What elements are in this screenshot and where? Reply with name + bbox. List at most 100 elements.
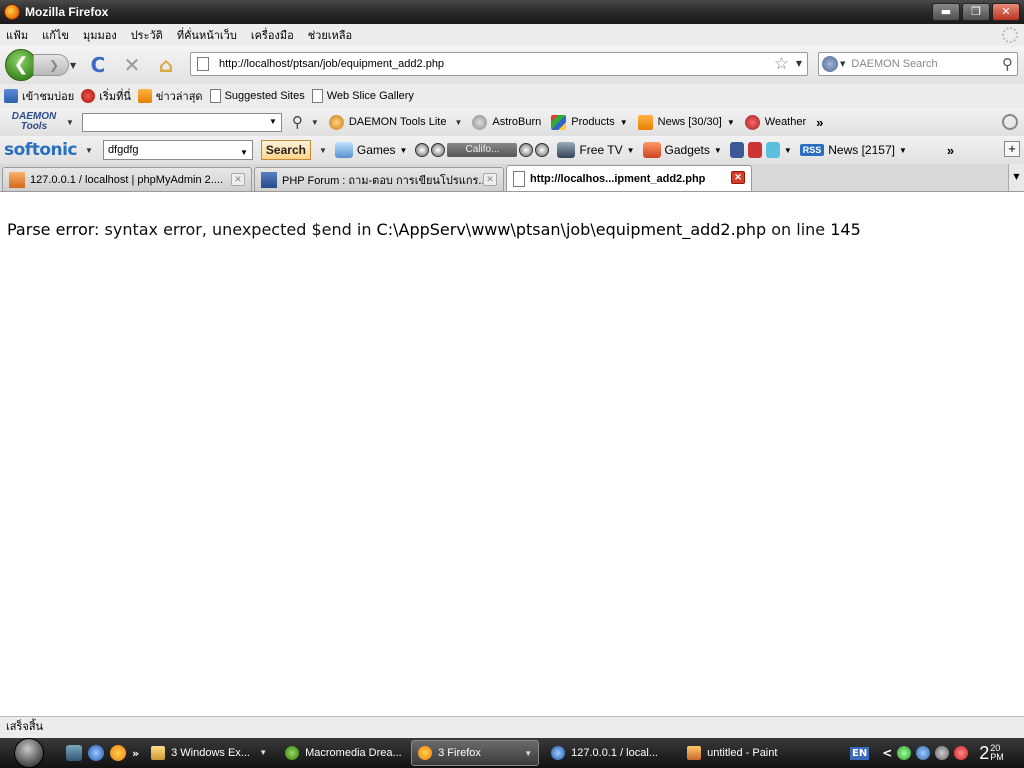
daemon-search-combo[interactable]: ▼ bbox=[81, 112, 282, 132]
daemon-tools-lite-button[interactable]: DAEMON Tools Lite bbox=[328, 114, 446, 130]
youtube-icon[interactable] bbox=[747, 142, 762, 158]
security-alert-icon[interactable] bbox=[954, 746, 969, 760]
page-content: Parse error: syntax error, unexpected $e… bbox=[0, 193, 1024, 716]
chevron-down-icon[interactable]: ▼ bbox=[311, 118, 319, 127]
firefox-icon[interactable] bbox=[110, 745, 126, 761]
bookmark-web-slice-gallery[interactable]: Web Slice Gallery bbox=[311, 89, 414, 103]
system-tray: EN < 2 20 PM bbox=[844, 738, 1024, 768]
daemon-more-button[interactable]: » bbox=[816, 115, 823, 130]
close-window-button[interactable]: ✕ bbox=[992, 3, 1020, 21]
softonic-toolbar: softonic ▼ dfgdfg ▼ Search ▼ Games ▼ Cal… bbox=[0, 136, 1024, 164]
new-tab-button[interactable]: + bbox=[1004, 141, 1020, 157]
daemon-menu-dropdown-icon[interactable]: ▼ bbox=[66, 118, 74, 127]
softonic-logo[interactable]: softonic bbox=[4, 140, 78, 160]
menu-help[interactable]: ช่วยเหลือ bbox=[308, 26, 352, 44]
products-button[interactable]: Products ▼ bbox=[551, 114, 628, 130]
chevron-down-icon[interactable]: ▼ bbox=[784, 146, 792, 155]
social-buttons[interactable]: ▼ bbox=[729, 142, 792, 158]
quick-launch-more-button[interactable]: » bbox=[132, 747, 139, 760]
games-button[interactable]: Games ▼ bbox=[334, 142, 408, 158]
chevron-down-icon[interactable]: ▼ bbox=[269, 117, 277, 126]
reload-button[interactable]: C bbox=[85, 52, 111, 78]
menu-tools[interactable]: เครื่องมือ bbox=[251, 26, 294, 44]
language-indicator[interactable]: EN bbox=[850, 746, 870, 760]
tab-equipment-add2[interactable]: http://localhos...ipment_add2.php ✕ bbox=[506, 165, 752, 191]
task-internet-explorer[interactable]: 127.0.0.1 / local... bbox=[545, 740, 675, 766]
menu-history[interactable]: ประวัติ bbox=[131, 26, 163, 44]
start-button[interactable] bbox=[14, 738, 44, 768]
free-tv-button[interactable]: Free TV ▼ bbox=[557, 142, 635, 158]
softonic-search-input[interactable]: dfgdfg ▼ bbox=[102, 140, 253, 162]
maximize-button[interactable]: ❐ bbox=[962, 3, 990, 21]
task-paint[interactable]: untitled - Paint bbox=[681, 740, 787, 766]
chevron-down-icon[interactable]: ▼ bbox=[240, 144, 248, 162]
close-tab-icon[interactable]: ✕ bbox=[231, 173, 245, 186]
search-input[interactable]: DAEMON Search bbox=[851, 58, 937, 70]
news-button[interactable]: News [30/30] ▼ bbox=[637, 114, 735, 130]
chevron-down-icon: ▼ bbox=[626, 145, 635, 155]
task-windows-explorer[interactable]: 3 Windows Ex... ▼ bbox=[145, 740, 273, 766]
volume-down-icon[interactable] bbox=[519, 143, 534, 157]
bookmark-latest-news[interactable]: ข่าวล่าสุด bbox=[137, 87, 203, 105]
menu-file[interactable]: แฟ้ม bbox=[6, 26, 28, 44]
getting-started-icon bbox=[81, 89, 96, 103]
stop-button[interactable]: ✕ bbox=[119, 52, 145, 78]
weather-button[interactable]: Weather bbox=[744, 114, 806, 130]
search-engine-icon[interactable] bbox=[822, 56, 838, 72]
task-macromedia-dreamweaver[interactable]: Macromedia Drea... bbox=[279, 740, 405, 766]
clock[interactable]: 2 20 PM bbox=[979, 743, 1004, 764]
network-icon[interactable] bbox=[897, 746, 912, 760]
chevron-down-icon: ▼ bbox=[524, 749, 533, 758]
facebook-icon[interactable] bbox=[729, 142, 744, 158]
home-button[interactable]: ⌂ bbox=[153, 52, 179, 78]
url-bar[interactable]: http://localhost/ptsan/job/equipment_add… bbox=[190, 52, 808, 76]
url-text[interactable]: http://localhost/ptsan/job/equipment_add… bbox=[219, 58, 444, 70]
play-media-icon[interactable] bbox=[431, 143, 446, 157]
daemon-tools-logo[interactable]: DAEMON Tools bbox=[10, 112, 58, 132]
navigation-toolbar: ❮ ❯ ▼ C ✕ ⌂ http://localhost/ptsan/job/e… bbox=[0, 46, 1024, 84]
tray-expand-button[interactable]: < bbox=[882, 746, 892, 760]
twitter-icon[interactable] bbox=[765, 142, 780, 158]
stop-media-icon[interactable] bbox=[415, 143, 430, 157]
menu-edit[interactable]: แก้ไข bbox=[42, 26, 69, 44]
weather-icon bbox=[744, 114, 760, 130]
task-firefox[interactable]: 3 Firefox ▼ bbox=[411, 740, 540, 766]
softonic-menu-dropdown-icon[interactable]: ▼ bbox=[85, 146, 93, 155]
chevron-down-icon[interactable]: ▼ bbox=[454, 118, 462, 127]
show-desktop-icon[interactable] bbox=[66, 745, 82, 761]
menu-bookmarks[interactable]: ที่คั่นหน้าเว็บ bbox=[177, 26, 237, 44]
minimize-button[interactable]: ▬ bbox=[932, 3, 960, 21]
php-error-message: Parse error: syntax error, unexpected $e… bbox=[7, 220, 861, 239]
astroburn-button[interactable]: AstroBurn bbox=[472, 114, 541, 130]
bookmark-getting-started[interactable]: เริ่มที่นี่ bbox=[81, 87, 131, 105]
tab-php-forum[interactable]: PHP Forum : ถาม-ตอบ การเขียนโปรแกร... ✕ bbox=[254, 167, 504, 191]
bookmark-suggested-sites[interactable]: Suggested Sites bbox=[209, 89, 305, 103]
softonic-more-button[interactable]: » bbox=[947, 143, 954, 158]
tab-phpmyadmin[interactable]: 127.0.0.1 / localhost | phpMyAdmin 2....… bbox=[2, 167, 252, 191]
close-tab-icon[interactable]: ✕ bbox=[731, 171, 745, 184]
search-engine-dropdown-icon[interactable]: ▼ bbox=[840, 60, 845, 68]
gadgets-icon bbox=[642, 142, 661, 158]
chevron-down-icon[interactable]: ▼ bbox=[319, 146, 327, 155]
forward-button[interactable]: ❯ bbox=[33, 54, 69, 76]
bookmark-star-icon[interactable]: ☆ bbox=[774, 54, 789, 74]
gadgets-button[interactable]: Gadgets ▼ bbox=[642, 142, 722, 158]
volume-up-icon[interactable] bbox=[535, 143, 550, 157]
bookmark-most-visited[interactable]: เข้าชมบ่อย bbox=[4, 87, 74, 105]
internet-explorer-icon[interactable] bbox=[88, 745, 104, 761]
chevron-down-icon: ▼ bbox=[399, 145, 408, 155]
daemon-search-icon[interactable]: ⚲ bbox=[292, 113, 303, 131]
window-title-bar[interactable]: Mozilla Firefox ▬ ❐ ✕ bbox=[0, 0, 1024, 24]
menu-view[interactable]: มุมมอง bbox=[83, 26, 117, 44]
messenger-icon[interactable] bbox=[916, 746, 931, 760]
url-dropdown-icon[interactable]: ▼ bbox=[796, 59, 802, 68]
softonic-search-button[interactable]: Search bbox=[260, 140, 311, 160]
tab-list-dropdown-icon[interactable]: ▼ bbox=[1008, 164, 1024, 191]
close-tab-icon[interactable]: ✕ bbox=[483, 173, 497, 186]
user-icon[interactable] bbox=[935, 746, 950, 760]
search-bar[interactable]: ▼ DAEMON Search ⚲ bbox=[818, 52, 1018, 76]
magnifier-icon[interactable]: ⚲ bbox=[1002, 55, 1013, 73]
daemon-settings-icon[interactable] bbox=[1002, 114, 1018, 130]
history-dropdown-icon[interactable]: ▼ bbox=[70, 61, 76, 70]
rss-news-button[interactable]: RSS News [2157] ▼ bbox=[799, 143, 907, 157]
